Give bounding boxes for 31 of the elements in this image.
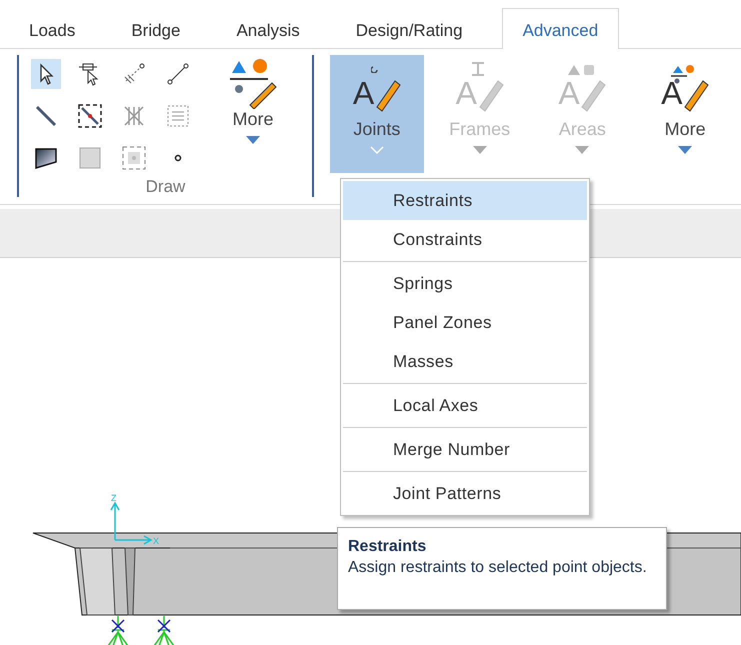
caret-icon — [370, 146, 384, 154]
ribbon-tab[interactable]: Bridge — [114, 8, 198, 49]
support-icon — [107, 615, 129, 645]
tooltip-title: Restraints — [348, 538, 428, 556]
pencil-icon — [376, 80, 401, 112]
more-button[interactable]: A More — [638, 55, 732, 173]
more-button[interactable]: More — [223, 55, 283, 173]
ribbon-tab[interactable]: Loads — [12, 8, 92, 49]
joints-mark-icon — [370, 65, 379, 73]
frames-mark-icon — [470, 62, 485, 76]
caret-icon — [246, 136, 260, 144]
ribbon-tab[interactable]: Design/Rating — [338, 8, 480, 49]
caret-icon — [472, 146, 487, 154]
support-icon — [153, 615, 175, 645]
menu-item[interactable]: Restraints — [343, 181, 587, 220]
caret-icon — [575, 146, 590, 154]
more-mark-icon — [670, 65, 694, 84]
joints-button[interactable]: A Joints — [330, 55, 424, 173]
tooltip-text: Assign restraints to selected point objects. — [348, 558, 648, 578]
pointer-tool-icon[interactable] — [31, 59, 61, 89]
pencil-icon — [581, 80, 606, 112]
axis-icon — [110, 501, 153, 545]
areas-mark-icon — [568, 64, 596, 76]
pencil-icon — [684, 80, 710, 112]
ribbon-tab[interactable]: Advanced — [502, 8, 620, 49]
caret-icon — [678, 146, 692, 154]
axis-label: X — [153, 536, 160, 546]
ribbon-tab[interactable]: Analysis — [219, 8, 317, 49]
group-label: Draw — [144, 177, 186, 197]
pencil-icon — [478, 80, 504, 112]
axis-label: Z — [111, 493, 116, 503]
